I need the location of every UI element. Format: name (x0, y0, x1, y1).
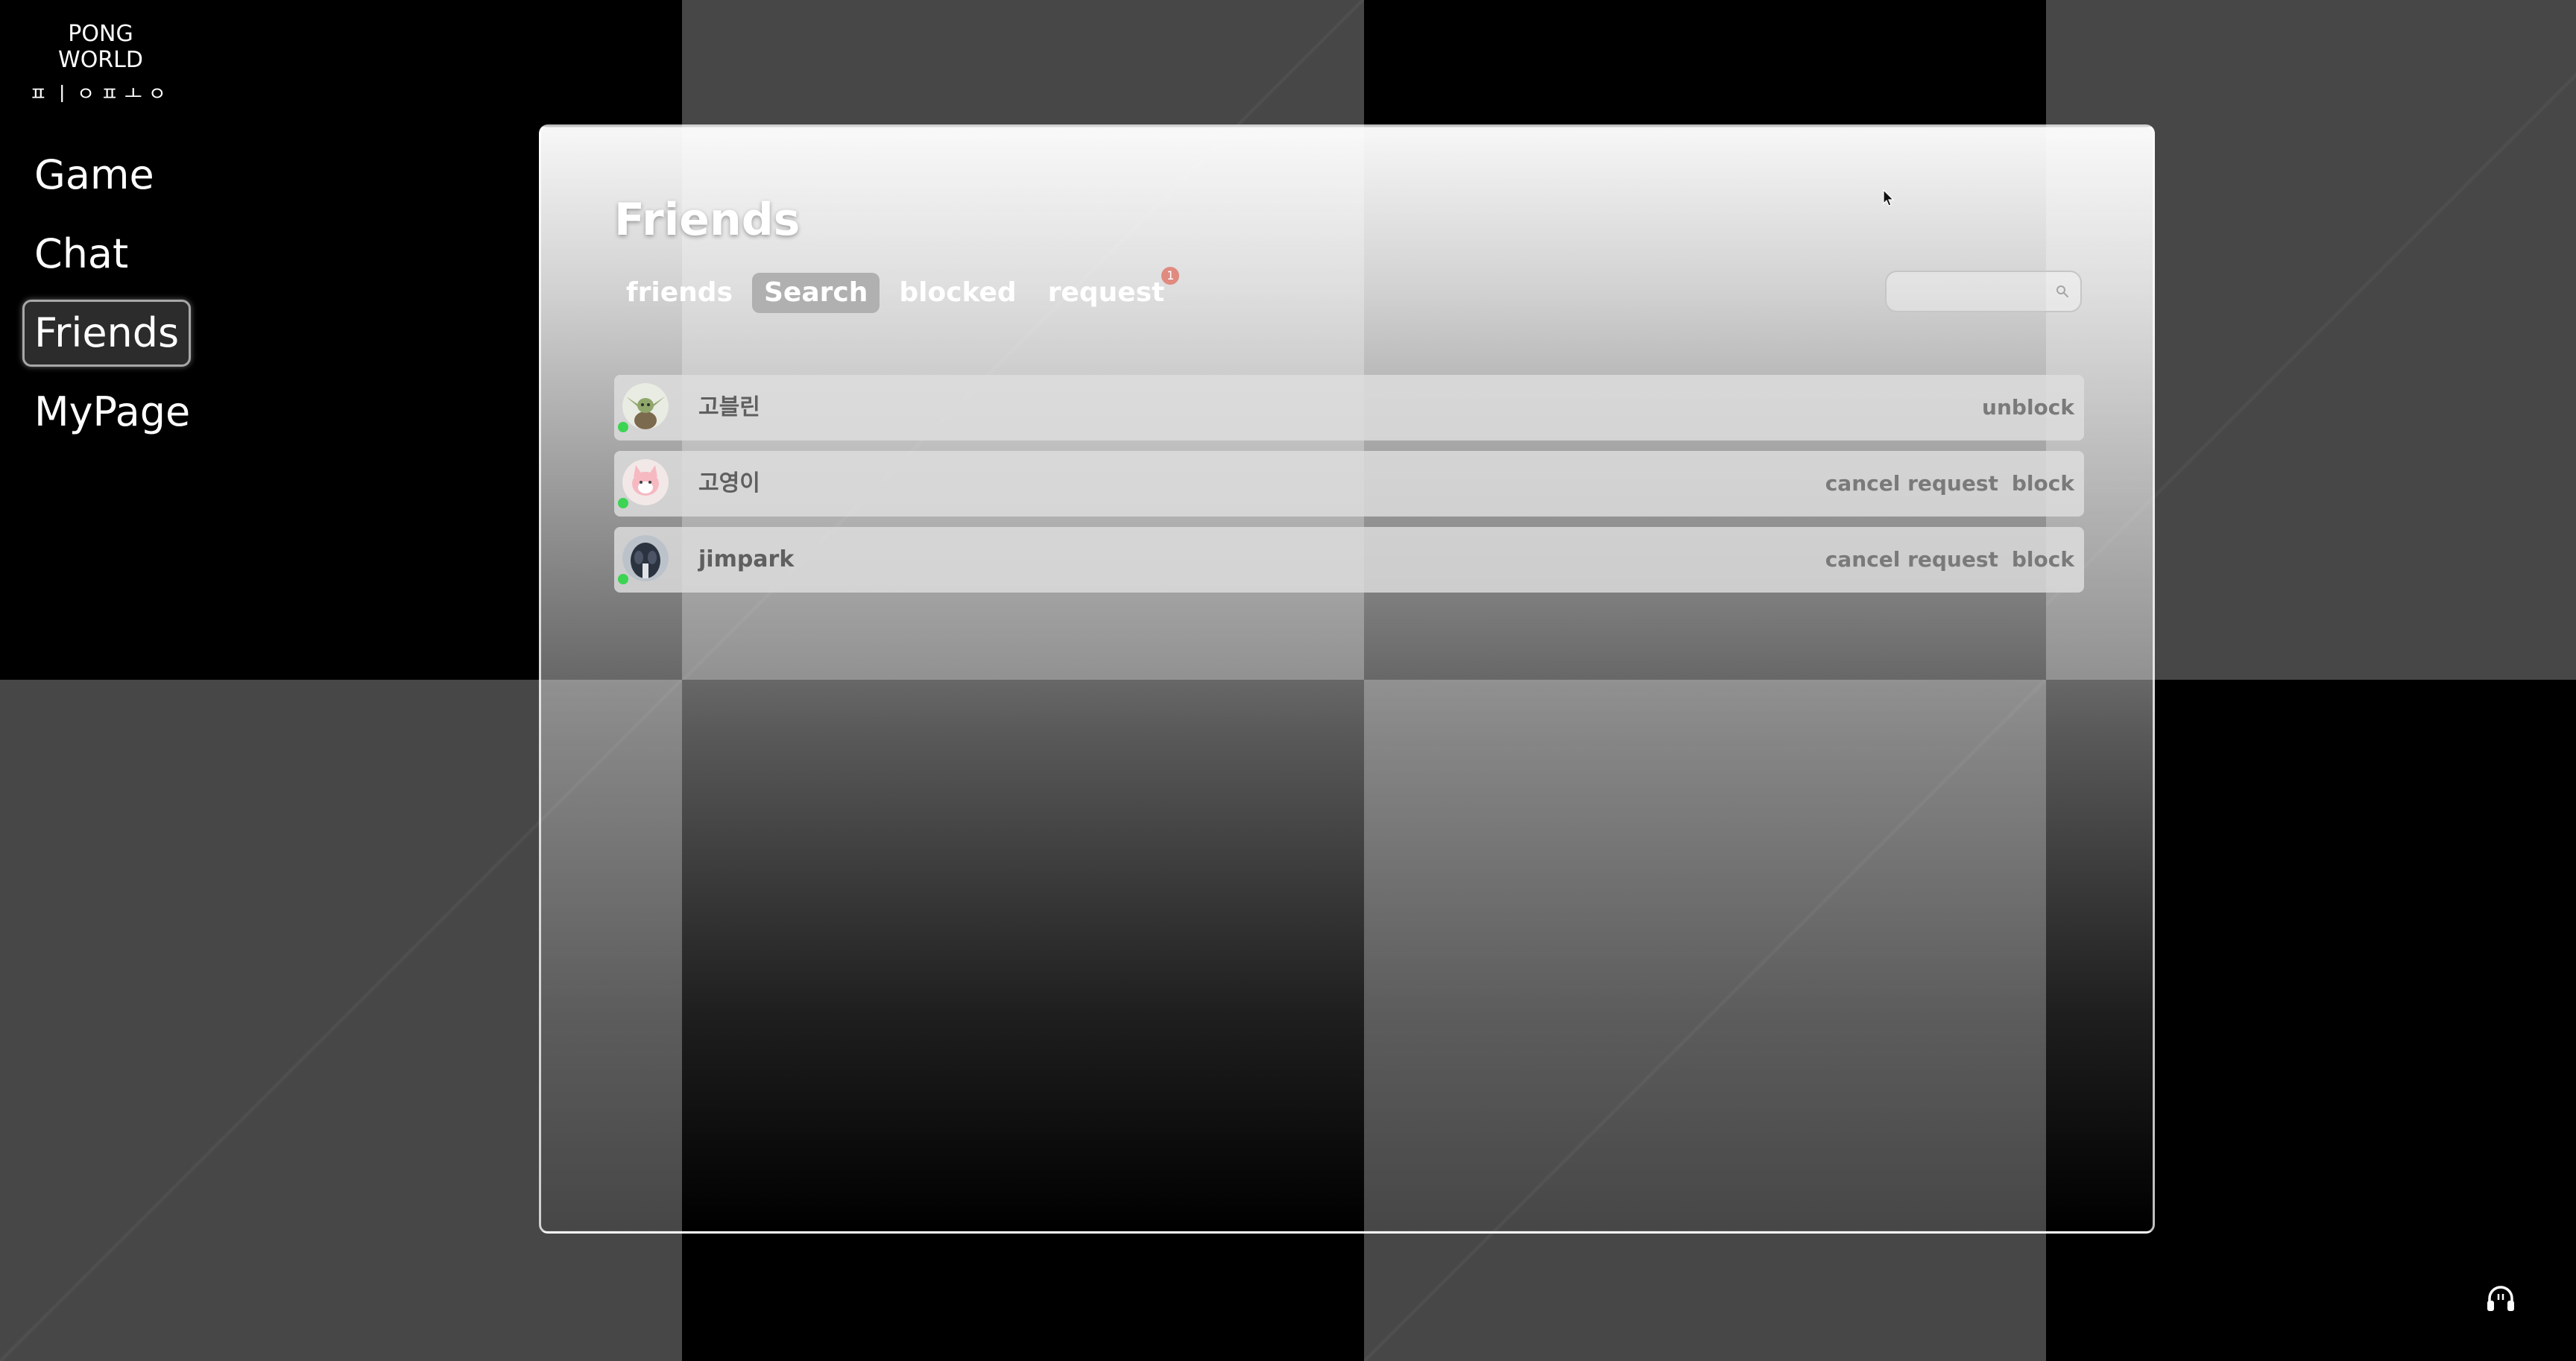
unblock-button[interactable]: unblock (1982, 375, 2074, 440)
jimpark-avatar[interactable] (622, 535, 669, 581)
search-box (1885, 271, 2082, 312)
user-name[interactable]: 고영이 (698, 451, 760, 517)
user-name[interactable]: 고블린 (698, 375, 760, 440)
logo-subtitle: ㅍㅣㅇㅍㅗㅇ (29, 83, 172, 106)
list-item: 고영이 cancel request block (614, 451, 2084, 517)
cat-avatar[interactable] (622, 459, 669, 505)
search-icon[interactable] (2055, 284, 2070, 299)
list-item: jimpark cancel request block (614, 527, 2084, 593)
tab-blocked[interactable]: blocked (887, 273, 1028, 313)
block-button[interactable]: block (2012, 527, 2074, 593)
block-button[interactable]: block (2012, 451, 2074, 517)
request-count-badge: 1 (1161, 267, 1180, 285)
logo-title: PONG WORLD (58, 21, 143, 73)
friends-panel: Friends friends Search blocked request 1 (539, 124, 2155, 1234)
online-status-indicator (618, 422, 628, 432)
row-actions: cancel request block (1825, 451, 2074, 517)
online-status-indicator (618, 498, 628, 508)
online-status-indicator (618, 574, 628, 584)
cancel-request-button[interactable]: cancel request (1825, 527, 1998, 593)
mouse-cursor-icon (1883, 189, 1895, 206)
goblin-avatar[interactable] (622, 383, 669, 429)
tab-search[interactable]: Search (752, 273, 880, 313)
tab-request[interactable]: request 1 (1036, 267, 1180, 313)
search-input[interactable] (1895, 272, 2048, 312)
friends-tabs: friends Search blocked request 1 (614, 267, 1180, 313)
cancel-request-button[interactable]: cancel request (1825, 451, 1998, 517)
app-logo[interactable]: PONG WORLD ㅍㅣㅇㅍㅗㅇ (22, 21, 179, 107)
page-title: Friends (614, 194, 801, 246)
side-nav: Game Chat Friends MyPage (22, 142, 202, 458)
nav-item-friends[interactable]: Friends (22, 300, 192, 367)
list-item: 고블린 unblock (614, 375, 2084, 440)
tab-request-label: request (1047, 277, 1165, 308)
tab-friends[interactable]: friends (614, 273, 745, 313)
user-list: 고블린 unblock 고영이 cancel request block jim… (614, 375, 2084, 603)
nav-item-chat[interactable]: Chat (22, 221, 140, 288)
user-name[interactable]: jimpark (698, 527, 794, 593)
row-actions: unblock (1982, 375, 2074, 440)
row-actions: cancel request block (1825, 527, 2074, 593)
headphones-icon[interactable] (2482, 1281, 2519, 1318)
nav-item-game[interactable]: Game (22, 142, 166, 209)
nav-item-mypage[interactable]: MyPage (22, 379, 202, 446)
